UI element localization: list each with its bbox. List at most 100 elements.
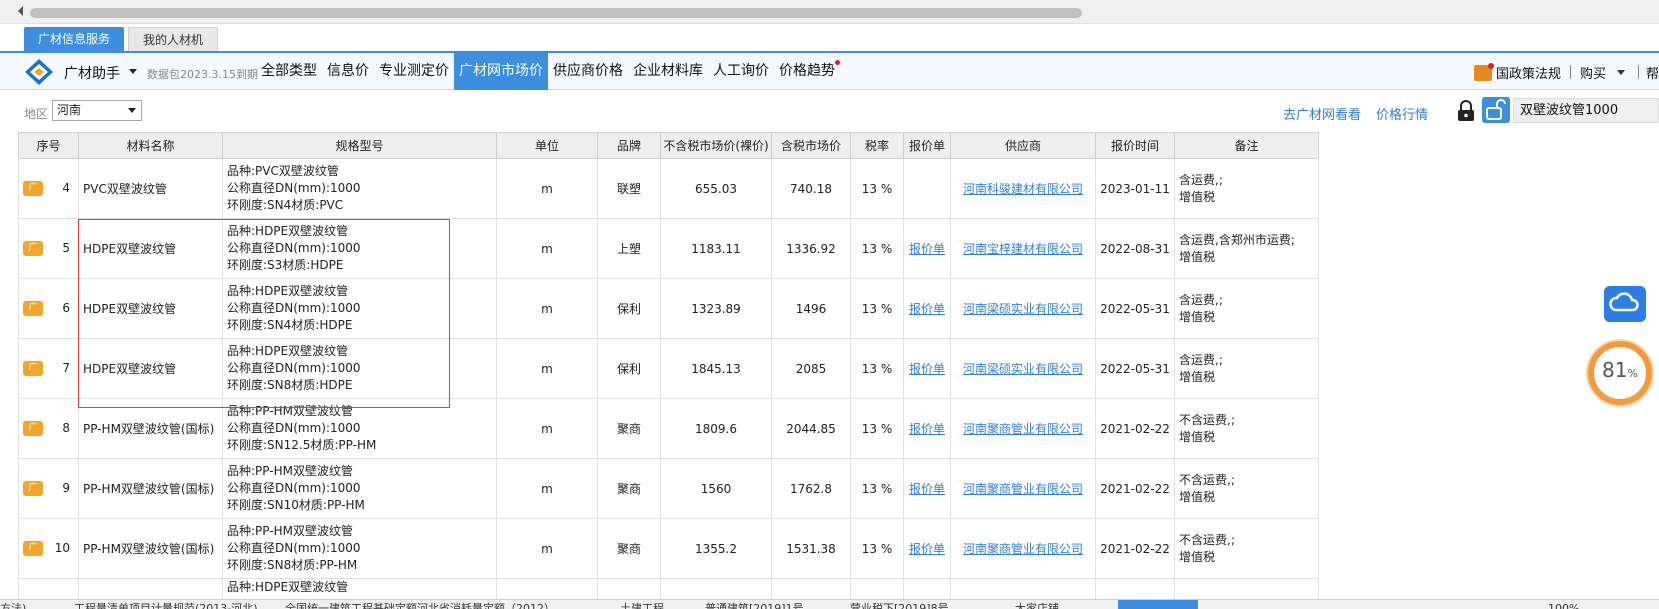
supplier-link[interactable]: 河南宝梓建材有限公司	[963, 242, 1083, 256]
source-tag-icon[interactable]: 广	[23, 241, 43, 256]
row-index: 4	[62, 181, 70, 195]
table-row[interactable]: 广 7 HDPE双壁波纹管 品种:HDPE双壁波纹管 公称直径DN(mm):1000 环刚…	[18, 338, 1319, 399]
cell-date: 2023-01-11	[1095, 158, 1175, 219]
col-header-tax-rate[interactable]: 税率	[850, 132, 904, 159]
nav-market-price[interactable]: 广材网市场价	[454, 53, 548, 90]
status-active-tab[interactable]	[1118, 600, 1198, 609]
nav-supplier-price[interactable]: 供应商价格	[548, 53, 628, 90]
cell-note: 不含运费,; 增值税	[1174, 458, 1319, 519]
quote-link[interactable]: 报价单	[909, 482, 945, 496]
go-gcw-link[interactable]: 去广材网看看	[1283, 104, 1361, 123]
col-header-name[interactable]: 材料名称	[78, 132, 223, 159]
quote-link[interactable]: 报价单	[909, 302, 945, 316]
table-header-row: 序号 材料名称 规格型号 单位 品牌 不含税市场价(裸价) 含税市场价 税率 报…	[18, 132, 1319, 159]
speed-percent: 81%	[1588, 358, 1652, 382]
source-tag-icon[interactable]: 广	[23, 481, 43, 496]
cell-tax-rate: 13 %	[850, 158, 904, 219]
supplier-link[interactable]: 河南梁硕实业有限公司	[963, 362, 1083, 376]
brand-menu[interactable]: 广材助手	[64, 63, 120, 83]
col-header-price-ex-tax[interactable]: 不含税市场价(裸价)	[660, 132, 772, 159]
cell-date: 2022-05-31	[1095, 338, 1175, 399]
cell-spec: 品种:HDPE双壁波纹管 公称直径DN(mm):1000 环刚度:S3材质:HDPE	[222, 218, 497, 279]
cell-tax-rate: 13 %	[850, 218, 904, 279]
col-header-spec[interactable]: 规格型号	[222, 132, 497, 159]
col-header-unit[interactable]: 单位	[496, 132, 598, 159]
table-row[interactable]: 广 4 PVC双壁波纹管 品种:PVC双壁波纹管 公称直径DN(mm):1000 环刚度:…	[18, 158, 1319, 219]
nav-price-trend[interactable]: 价格趋势	[774, 53, 840, 90]
note-line: 含运费,含郑州市运费;	[1179, 232, 1295, 247]
row-index: 9	[62, 481, 70, 495]
unlock-icon[interactable]	[1482, 97, 1510, 123]
nav-labor-inquiry[interactable]: 人工询价	[708, 53, 774, 90]
chevron-down-icon[interactable]	[129, 69, 137, 74]
col-header-brand[interactable]: 品牌	[597, 132, 661, 159]
quote-link[interactable]: 报价单	[909, 242, 945, 256]
cell-price-in-tax: 2085	[771, 338, 851, 399]
spec-line: 公称直径DN(mm):1000	[227, 301, 361, 315]
policy-link[interactable]: 国政策法规	[1474, 62, 1561, 82]
horizontal-scrollbar[interactable]	[0, 0, 1659, 24]
col-header-quote[interactable]: 报价单	[903, 132, 951, 159]
supplier-link[interactable]: 河南聚商管业有限公司	[963, 542, 1083, 556]
cell-spec: 品种:PP-HM双壁波纹管 公称直径DN(mm):1000 环刚度:SN8材质:PP…	[222, 518, 497, 579]
cell-material-name: HDPE双壁波纹管	[78, 218, 223, 279]
tab-my-materials[interactable]: 我的人材机	[128, 27, 219, 51]
note-line: 增值税	[1179, 489, 1216, 504]
cell-index: 广7	[18, 338, 79, 399]
chevron-down-icon[interactable]	[1617, 70, 1625, 75]
nav-info-price[interactable]: 信息价	[322, 53, 374, 90]
cell-unit: m	[496, 158, 598, 219]
source-tag-icon[interactable]: 广	[23, 541, 43, 556]
nav-enterprise-library[interactable]: 企业材料库	[628, 53, 708, 90]
supplier-link[interactable]: 河南梁硕实业有限公司	[963, 302, 1083, 316]
cell-note: 不含运费,; 增值税	[1174, 398, 1319, 459]
table-row[interactable]: 广 8 PP-HM双壁波纹管(国标) 品种:PP-HM双壁波纹管 公称直径DN(mm):…	[18, 398, 1319, 459]
cell-date: 2022-08-31	[1095, 218, 1175, 279]
top-tabs: 广材信息服务 我的人材机	[24, 27, 219, 51]
source-tag-icon[interactable]: 广	[23, 361, 43, 376]
divider	[1638, 65, 1639, 79]
search-input[interactable]: 双壁波纹管1000	[1513, 98, 1659, 123]
zoom-level: 100%	[1548, 602, 1580, 609]
quote-link[interactable]: 报价单	[909, 422, 945, 436]
table-row[interactable]: 广 9 PP-HM双壁波纹管(国标) 品种:PP-HM双壁波纹管 公称直径DN(mm):…	[18, 458, 1319, 519]
nav-all-types[interactable]: 全部类型	[256, 53, 322, 90]
table-row[interactable]: 广 6 HDPE双壁波纹管 品种:HDPE双壁波纹管 公称直径DN(mm):1000 环刚…	[18, 278, 1319, 339]
source-tag-icon[interactable]: 广	[23, 181, 43, 196]
cell-supplier: 河南梁硕实业有限公司	[950, 338, 1096, 399]
spec-line: 品种:HDPE双壁波纹管	[227, 344, 349, 358]
col-header-price-in-tax[interactable]: 含税市场价	[771, 132, 851, 159]
buy-menu[interactable]: 购买	[1580, 63, 1606, 82]
nav-professional-price[interactable]: 专业测定价	[374, 53, 454, 90]
supplier-link[interactable]: 河南聚商管业有限公司	[963, 482, 1083, 496]
cell-price-in-tax: 1496	[771, 278, 851, 339]
price-market-link[interactable]: 价格行情	[1376, 104, 1428, 123]
source-tag-icon[interactable]: 广	[23, 421, 43, 436]
lock-icon[interactable]	[1456, 100, 1476, 122]
spec-line: 品种:HDPE双壁波纹管	[227, 224, 349, 238]
supplier-link[interactable]: 河南聚商管业有限公司	[963, 422, 1083, 436]
supplier-link[interactable]: 河南科骏建材有限公司	[963, 182, 1083, 196]
quote-link[interactable]: 报价单	[909, 542, 945, 556]
cell-supplier: 河南聚商管业有限公司	[950, 398, 1096, 459]
cloud-icon[interactable]	[1604, 286, 1646, 322]
col-header-note[interactable]: 备注	[1174, 132, 1319, 159]
note-line: 增值税	[1179, 549, 1216, 564]
tab-gc-info-service[interactable]: 广材信息服务	[24, 27, 125, 51]
status-item: 全国统一建筑工程基础定额河北省消耗量定额（2012）	[285, 602, 555, 609]
scrollbar-thumb[interactable]	[30, 8, 1082, 18]
col-header-index[interactable]: 序号	[18, 132, 79, 159]
cell-spec: 品种:PP-HM双壁波纹管 公称直径DN(mm):1000 环刚度:SN12.5材质…	[222, 398, 497, 459]
help-menu[interactable]: 帮	[1646, 63, 1659, 82]
source-tag-icon[interactable]: 广	[23, 301, 43, 316]
table-row[interactable]: 广 5 HDPE双壁波纹管 品种:HDPE双壁波纹管 公称直径DN(mm):1000 环刚…	[18, 218, 1319, 279]
row-index: 8	[62, 421, 70, 435]
table-row[interactable]: 广 10 PP-HM双壁波纹管(国标) 品种:PP-HM双壁波纹管 公称直径DN(mm)…	[18, 518, 1319, 579]
col-header-date[interactable]: 报价时间	[1095, 132, 1175, 159]
region-select[interactable]: 河南	[52, 100, 142, 121]
scroll-left-arrow-icon[interactable]	[18, 6, 23, 16]
cell-price-ex-tax: 1183.11	[660, 218, 772, 279]
quote-link[interactable]: 报价单	[909, 362, 945, 376]
cell-supplier: 河南聚商管业有限公司	[950, 458, 1096, 519]
col-header-supplier[interactable]: 供应商	[950, 132, 1096, 159]
